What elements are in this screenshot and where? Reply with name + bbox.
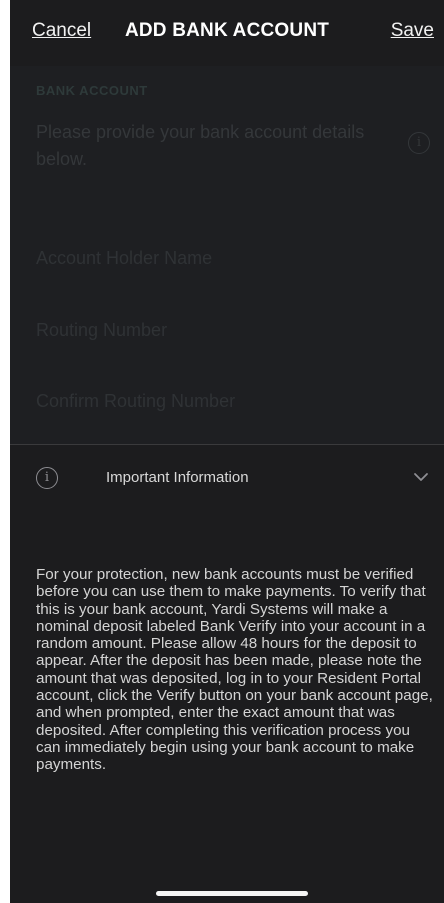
section-label: BANK ACCOUNT: [36, 83, 148, 98]
screen-edge: [0, 0, 10, 903]
chevron-down-icon: [414, 473, 428, 481]
confirm-routing-number-field[interactable]: Confirm Routing Number: [36, 391, 426, 412]
form-intro-text: Please provide your bank account details…: [36, 122, 365, 169]
app-screen: Cancel ADD BANK ACCOUNT Save BANK ACCOUN…: [10, 0, 444, 903]
info-icon: i: [36, 467, 58, 489]
important-information-title: Important Information: [106, 469, 249, 486]
important-information-body: For your protection, new bank accounts m…: [36, 566, 433, 774]
home-indicator[interactable]: [156, 891, 308, 896]
account-holder-name-field[interactable]: Account Holder Name: [36, 248, 426, 269]
important-information-toggle[interactable]: i Important Information: [10, 445, 444, 511]
navigation-bar: Cancel ADD BANK ACCOUNT Save: [10, 0, 444, 66]
info-icon[interactable]: i: [408, 132, 430, 154]
save-button[interactable]: Save: [391, 20, 434, 42]
routing-number-field[interactable]: Routing Number: [36, 320, 426, 341]
bank-account-form: BANK ACCOUNT Please provide your bank ac…: [10, 66, 444, 444]
page-title: ADD BANK ACCOUNT: [124, 20, 330, 41]
